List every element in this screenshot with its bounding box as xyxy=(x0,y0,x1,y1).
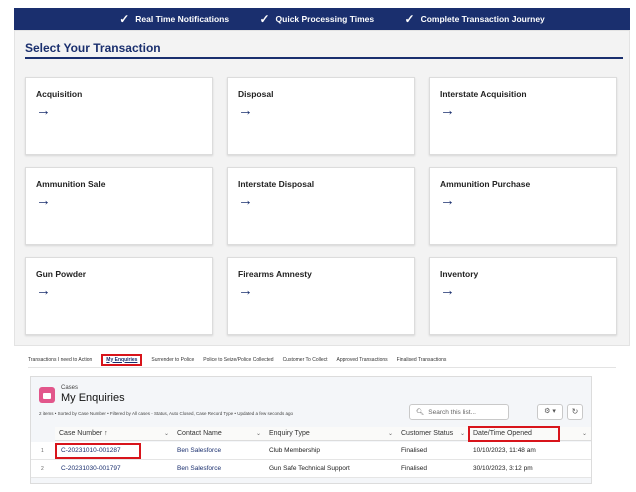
arrow-right-icon: → xyxy=(238,282,253,299)
highlight-date-opened xyxy=(468,426,560,442)
customer-status: Finalised xyxy=(401,465,428,472)
list-title: My Enquiries xyxy=(61,392,125,404)
tab-approved-transactions[interactable]: Approved Transactions xyxy=(337,355,388,365)
tile-label: Interstate Acquisition xyxy=(440,89,527,99)
tile-acquisition[interactable]: Acquisition → xyxy=(25,77,213,155)
tile-label: Disposal xyxy=(238,89,274,99)
arrow-right-icon: → xyxy=(238,192,253,209)
tile-ammunition-purchase[interactable]: Ammunition Purchase → xyxy=(429,167,617,245)
title-divider xyxy=(25,57,623,59)
date-opened: 30/10/2023, 3:12 pm xyxy=(473,465,533,472)
check-icon: ✓ xyxy=(404,12,415,26)
enquiry-type: Gun Safe Technical Support xyxy=(269,465,350,472)
tile-inventory[interactable]: Inventory → xyxy=(429,257,617,335)
arrow-right-icon: → xyxy=(36,102,51,119)
enquiry-type: Club Membership xyxy=(269,447,320,454)
tile-label: Ammunition Sale xyxy=(36,179,106,189)
tab-my-enquiries[interactable]: My Enquiries xyxy=(101,353,143,366)
row-number: 2 xyxy=(41,466,44,472)
banner-item-processing: ✓ Quick Processing Times xyxy=(259,12,375,26)
search-input[interactable]: 🔍︎ Search this list... xyxy=(409,404,509,420)
enquiry-tabs: Transactions I need to Action My Enquiri… xyxy=(28,352,616,368)
tab-customer-to-collect[interactable]: Customer To Collect xyxy=(283,355,328,365)
tile-interstate-acquisition[interactable]: Interstate Acquisition → xyxy=(429,77,617,155)
check-icon: ✓ xyxy=(259,12,270,26)
cases-icon xyxy=(39,387,55,403)
column-header-case-number[interactable]: Case Number ↑ ⌄ xyxy=(55,427,173,441)
contact-name-link[interactable]: Ben Salesforce xyxy=(177,465,221,472)
list-meta: 2 items • Sorted by Case Number • Filter… xyxy=(39,411,294,416)
cases-list-view: Cases My Enquiries 2 items • Sorted by C… xyxy=(30,376,592,484)
features-banner: ✓ Real Time Notifications ✓ Quick Proces… xyxy=(14,8,630,30)
section-title: Select Your Transaction xyxy=(25,41,161,55)
tile-firearms-amnesty[interactable]: Firearms Amnesty → xyxy=(227,257,415,335)
tile-label: Gun Powder xyxy=(36,269,87,279)
chevron-down-icon[interactable]: ⌄ xyxy=(388,430,393,437)
chevron-down-icon[interactable]: ⌄ xyxy=(460,430,465,437)
object-label: Cases xyxy=(61,385,79,391)
column-header-contact-name[interactable]: Contact Name ⌄ xyxy=(173,427,265,441)
tile-label: Ammunition Purchase xyxy=(440,179,531,189)
banner-item-label: Quick Processing Times xyxy=(275,14,375,24)
row-number: 1 xyxy=(41,448,44,454)
tile-label: Interstate Disposal xyxy=(238,179,315,189)
arrow-right-icon: → xyxy=(36,282,51,299)
tile-gun-powder[interactable]: Gun Powder → xyxy=(25,257,213,335)
customer-status: Finalised xyxy=(401,447,428,454)
arrow-right-icon: → xyxy=(238,102,253,119)
tile-ammunition-sale[interactable]: Ammunition Sale → xyxy=(25,167,213,245)
column-header-enquiry-type[interactable]: Enquiry Type ⌄ xyxy=(265,427,397,441)
table-row: 2 C-20231030-001797 Ben Salesforce Gun S… xyxy=(31,460,591,478)
arrow-right-icon: → xyxy=(440,282,455,299)
chevron-down-icon[interactable]: ⌄ xyxy=(256,430,261,437)
banner-item-label: Real Time Notifications xyxy=(135,14,230,24)
tile-interstate-disposal[interactable]: Interstate Disposal → xyxy=(227,167,415,245)
tab-surrender-to-police[interactable]: Surrender to Police xyxy=(151,355,194,365)
chevron-down-icon[interactable]: ⌄ xyxy=(582,430,587,437)
arrow-right-icon: → xyxy=(440,192,455,209)
contact-name-link[interactable]: Ben Salesforce xyxy=(177,447,221,454)
check-icon: ✓ xyxy=(119,12,130,26)
transaction-panel: Select Your Transaction Acquisition → Di… xyxy=(14,30,630,346)
banner-item-journey: ✓ Complete Transaction Journey xyxy=(404,12,545,26)
search-placeholder: Search this list... xyxy=(428,408,476,416)
arrow-right-icon: → xyxy=(36,192,51,209)
case-number-link[interactable]: C-20231030-001797 xyxy=(61,465,121,472)
highlight-case-number xyxy=(55,443,141,459)
gear-icon: ⚙ ▾ xyxy=(544,408,556,415)
tab-police-to-seize[interactable]: Police to Seize/Police Collected xyxy=(203,355,273,365)
page: ✓ Real Time Notifications ✓ Quick Proces… xyxy=(0,0,636,492)
search-icon: 🔍︎ xyxy=(416,409,425,416)
tile-label: Firearms Amnesty xyxy=(238,269,312,279)
tile-disposal[interactable]: Disposal → xyxy=(227,77,415,155)
tile-label: Acquisition xyxy=(36,89,83,99)
tab-transactions-to-action[interactable]: Transactions I need to Action xyxy=(28,355,92,365)
arrow-right-icon: → xyxy=(440,102,455,119)
chevron-down-icon[interactable]: ⌄ xyxy=(164,430,169,437)
banner-item-notifications: ✓ Real Time Notifications xyxy=(119,12,230,26)
refresh-button[interactable]: ↻ xyxy=(567,404,583,420)
column-header-customer-status[interactable]: Customer Status ⌄ xyxy=(397,427,469,441)
tile-label: Inventory xyxy=(440,269,479,279)
list-settings-button[interactable]: ⚙ ▾ xyxy=(537,404,563,420)
refresh-icon: ↻ xyxy=(571,407,579,416)
banner-item-label: Complete Transaction Journey xyxy=(420,14,545,24)
tab-finalised-transactions[interactable]: Finalised Transactions xyxy=(397,355,447,365)
date-opened: 10/10/2023, 11:48 am xyxy=(473,447,536,454)
